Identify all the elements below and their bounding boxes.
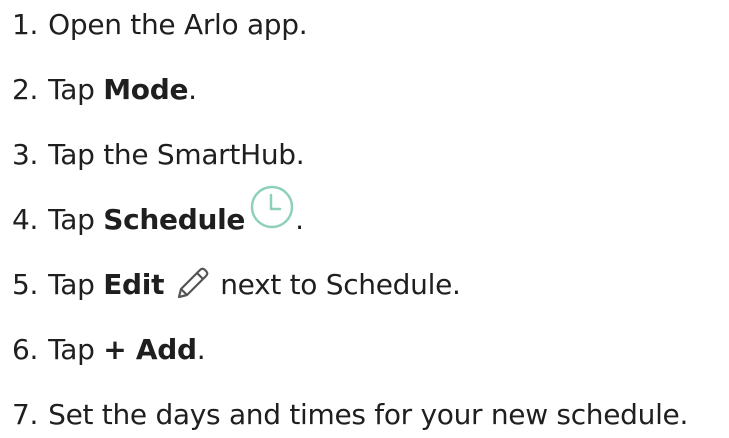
edit-label: Edit bbox=[103, 268, 165, 301]
step-prefix: Tap bbox=[48, 333, 104, 366]
step-number: 7. bbox=[12, 398, 39, 431]
step-number: 4. bbox=[12, 203, 39, 236]
step-number: 6. bbox=[12, 333, 39, 366]
add-label: + Add bbox=[103, 333, 197, 366]
step-number: 1. bbox=[12, 8, 39, 41]
schedule-label: Schedule bbox=[103, 203, 246, 236]
step-text: Tap the SmartHub. bbox=[48, 138, 305, 171]
step-number: 2. bbox=[12, 73, 39, 106]
step-suffix: next to Schedule. bbox=[220, 268, 461, 301]
step-prefix: Tap bbox=[48, 268, 104, 301]
step-2: 2. Tap Mode. bbox=[12, 68, 197, 112]
step-suffix: . bbox=[295, 203, 304, 236]
step-number: 3. bbox=[12, 138, 39, 171]
step-7: 7. Set the days and times for your new sc… bbox=[12, 393, 688, 437]
step-suffix: . bbox=[196, 333, 206, 366]
clock-icon bbox=[249, 184, 295, 230]
step-number: 5. bbox=[12, 268, 39, 301]
step-6: 6. Tap + Add. bbox=[12, 328, 206, 372]
step-prefix: Tap bbox=[48, 203, 104, 236]
step-4: 4. Tap Schedule. bbox=[12, 185, 304, 242]
step-suffix: . bbox=[188, 73, 197, 106]
step-5: 5. Tap Edit next to Schedule. bbox=[12, 263, 461, 307]
step-1: 1. Open the Arlo app. bbox=[12, 3, 308, 47]
step-3: 3. Tap the SmartHub. bbox=[12, 133, 305, 177]
step-prefix: Tap bbox=[48, 73, 104, 106]
pencil-icon bbox=[174, 264, 212, 302]
step-text: Open the Arlo app. bbox=[48, 8, 308, 41]
mode-label: Mode bbox=[103, 73, 189, 106]
instruction-steps: 1. Open the Arlo app. 2. Tap Mode. 3. Tap t… bbox=[0, 0, 729, 438]
step-text: Set the days and times for your new sche… bbox=[48, 398, 689, 431]
